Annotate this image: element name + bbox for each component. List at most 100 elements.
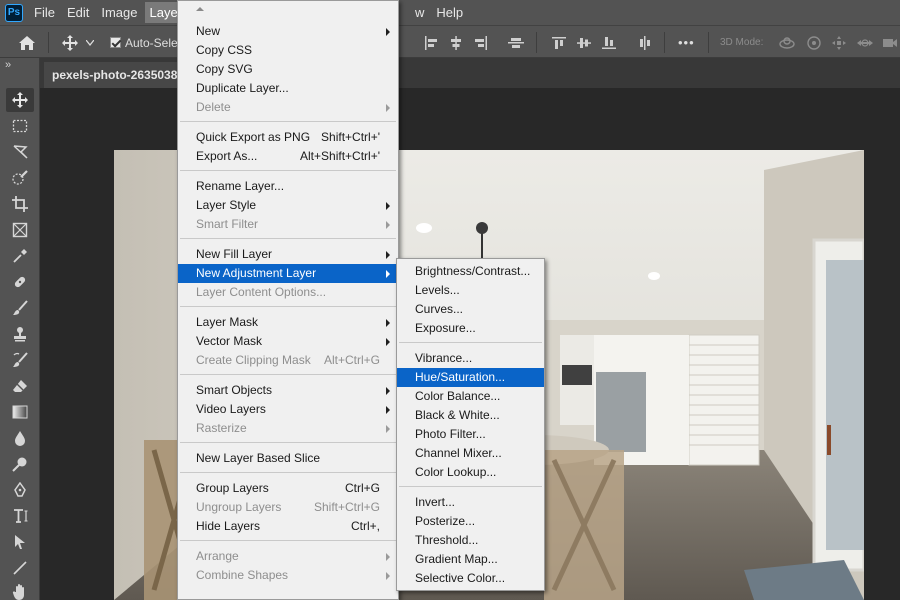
menu-file[interactable]: File [29,2,60,23]
menu-separator [180,170,396,171]
menu-item-copy-css[interactable]: Copy CSS [178,41,398,60]
more-options-button[interactable]: ••• [678,26,695,59]
menu-item-invert[interactable]: Invert... [397,493,544,512]
menu-w[interactable]: w [415,2,429,23]
3d-camera-icon[interactable] [882,26,898,59]
3d-slide-icon[interactable] [856,26,874,59]
document-tab[interactable]: pexels-photo-2635038.jpg [44,62,184,88]
menu-item-rename-layer[interactable]: Rename Layer... [178,177,398,196]
3d-pan-icon[interactable] [831,26,847,59]
menu-item-quick-export-as-png[interactable]: Quick Export as PNG Shift+Ctrl+' [178,128,398,147]
3d-roll-icon[interactable] [806,26,822,59]
menu-item-label: Curves... [415,302,464,316]
menu-image[interactable]: Image [96,2,142,23]
menu-item-threshold[interactable]: Threshold... [397,531,544,550]
healing-brush-tool-icon[interactable] [6,270,34,294]
menu-item-label: Invert... [415,495,456,509]
menu-item-label: Layer Content Options... [196,285,327,299]
menu-item-new[interactable]: New [178,22,398,41]
menu-scroll-up-icon[interactable] [196,7,204,11]
align-middle-icon[interactable] [577,26,591,59]
crop-tool-icon[interactable] [6,192,34,216]
gradient-tool-icon[interactable] [6,400,34,424]
menu-item-label: Create Clipping Mask [196,353,311,367]
menu-item-label: Copy SVG [196,62,253,76]
menu-item-color-lookup[interactable]: Color Lookup... [397,463,544,482]
menu-item-selective-color[interactable]: Selective Color... [397,569,544,588]
path-selection-tool-icon[interactable] [6,530,34,554]
menu-item-levels[interactable]: Levels... [397,281,544,300]
distribute-vertical-icon[interactable] [638,26,652,59]
menu-item-export-as[interactable]: Export As... Alt+Shift+Ctrl+' [178,147,398,166]
menu-item-exposure[interactable]: Exposure... [397,319,544,338]
align-left-icon[interactable] [424,26,438,59]
marquee-tool-icon[interactable] [6,114,34,138]
photoshop-logo-icon[interactable]: Ps [5,3,23,22]
menu-item-video-layers[interactable]: Video Layers [178,400,398,419]
frame-tool-icon[interactable] [6,218,34,242]
menu-item-duplicate-layer[interactable]: Duplicate Layer... [178,79,398,98]
menu-item-gradient-map[interactable]: Gradient Map... [397,550,544,569]
menu-item-shortcut: Ctrl+, [350,519,380,533]
menu-item-vector-mask[interactable]: Vector Mask [178,332,398,351]
menu-item-label: Delete [196,100,231,114]
menu-item-black-white[interactable]: Black & White... [397,406,544,425]
menu-item-vibrance[interactable]: Vibrance... [397,349,544,368]
align-right-icon[interactable] [474,26,488,59]
menu-item-layer-style[interactable]: Layer Style [178,196,398,215]
menu-item-delete: Delete [178,98,398,117]
menu-item-layer-mask[interactable]: Layer Mask [178,313,398,332]
clone-stamp-tool-icon[interactable] [6,322,34,346]
history-brush-tool-icon[interactable] [6,348,34,372]
3d-orbit-icon[interactable] [778,26,796,59]
layer-menu: New Copy CSS Copy SVG Duplicate Layer... Del… [177,0,399,600]
menu-item-copy-svg[interactable]: Copy SVG [178,60,398,79]
align-top-icon[interactable] [552,26,566,59]
submenu-arrow-icon [386,202,390,210]
menu-item-shortcut: Alt+Shift+Ctrl+' [300,149,380,163]
menu-item-group-layers[interactable]: Group Layers Ctrl+G [178,479,398,498]
menu-item-new-adjustment-layer[interactable]: New Adjustment Layer [178,264,398,283]
menu-item-hide-layers[interactable]: Hide Layers Ctrl+, [178,517,398,536]
menu-item-channel-mixer[interactable]: Channel Mixer... [397,444,544,463]
hand-tool-icon[interactable] [6,580,34,600]
menu-item-photo-filter[interactable]: Photo Filter... [397,425,544,444]
auto-select-checkbox[interactable]: Auto-Select [110,26,187,59]
menu-help[interactable]: Help [431,2,468,23]
submenu-arrow-icon [386,553,390,561]
menu-item-new-fill-layer[interactable]: New Fill Layer [178,245,398,264]
chevron-down-icon[interactable] [86,26,94,59]
options-bar: Auto-Select ••• 3D Mode: [0,25,900,58]
menu-item-brightness-contrast[interactable]: Brightness/Contrast... [397,262,544,281]
quick-select-tool-icon[interactable] [6,166,34,190]
menu-item-curves[interactable]: Curves... [397,300,544,319]
home-icon[interactable] [18,26,36,59]
distribute-icon[interactable] [508,26,524,59]
move-tool-icon[interactable] [6,88,34,112]
3d-mode-label: 3D Mode: [720,37,764,48]
menu-item-label: Combine Shapes [196,568,289,582]
menu-separator [180,374,396,375]
menu-item-hue-saturation[interactable]: Hue/Saturation... [397,368,544,387]
type-tool-icon[interactable] [6,504,34,528]
menu-item-posterize[interactable]: Posterize... [397,512,544,531]
menu-separator [180,121,396,122]
blur-tool-icon[interactable] [6,426,34,450]
line-tool-icon[interactable] [6,556,34,580]
menu-item-color-balance[interactable]: Color Balance... [397,387,544,406]
menu-edit[interactable]: Edit [62,2,94,23]
menu-item-label: Quick Export as PNG [196,130,311,144]
menu-item-new-layer-based-slice[interactable]: New Layer Based Slice [178,449,398,468]
eraser-tool-icon[interactable] [6,374,34,398]
lasso-tool-icon[interactable] [6,140,34,164]
eyedropper-tool-icon[interactable] [6,244,34,268]
brush-tool-icon[interactable] [6,296,34,320]
align-center-icon[interactable] [449,26,463,59]
align-bottom-icon[interactable] [602,26,616,59]
move-tool-preset-icon[interactable] [61,26,79,59]
menu-item-smart-objects[interactable]: Smart Objects [178,381,398,400]
dodge-tool-icon[interactable] [6,452,34,476]
menu-item-label: New Adjustment Layer [196,266,317,280]
collapse-panel-icon[interactable]: » [5,59,11,71]
pen-tool-icon[interactable] [6,478,34,502]
